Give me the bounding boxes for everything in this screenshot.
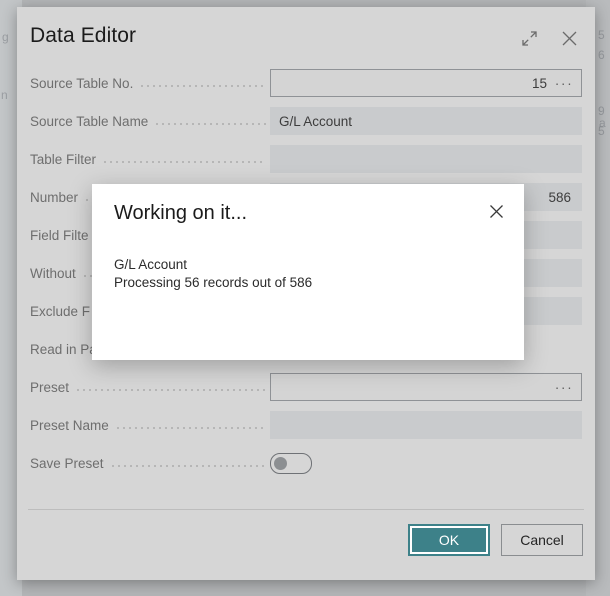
input-source-table-no[interactable]: 15 ··· bbox=[270, 69, 582, 97]
modal-close-button[interactable] bbox=[484, 202, 508, 226]
expand-icon bbox=[521, 30, 538, 47]
field-value: 586 bbox=[548, 189, 571, 205]
field-row-preset-name: Preset Name bbox=[30, 411, 582, 439]
field-row-source-table-no: Source Table No. 15 ··· bbox=[30, 69, 582, 97]
field-label: Without bbox=[30, 265, 76, 281]
dotted-leader bbox=[139, 76, 266, 90]
field-label: Source Table Name bbox=[30, 113, 149, 129]
field-label: Exclude F bbox=[30, 303, 91, 319]
cancel-button[interactable]: Cancel bbox=[501, 524, 583, 556]
background-fragment: g bbox=[2, 30, 9, 44]
close-icon bbox=[560, 29, 579, 48]
field-row-save-preset: Save Preset bbox=[30, 449, 582, 477]
dotted-leader bbox=[109, 456, 266, 470]
footer-buttons: OK Cancel bbox=[408, 524, 583, 556]
header-actions bbox=[515, 24, 583, 52]
expand-button[interactable] bbox=[515, 24, 543, 52]
dialog-header: Data Editor bbox=[17, 7, 595, 69]
page-title: Data Editor bbox=[30, 24, 137, 47]
toggle-save-preset[interactable] bbox=[270, 449, 582, 477]
dotted-leader bbox=[75, 380, 266, 394]
background-fragment: 5 bbox=[598, 28, 605, 42]
field-row-preset: Preset ··· bbox=[30, 373, 582, 401]
ok-button[interactable]: OK bbox=[408, 524, 490, 556]
field-row-source-table-name: Source Table Name G/L Account bbox=[30, 107, 582, 135]
input-source-table-name[interactable]: G/L Account bbox=[270, 107, 582, 135]
footer-divider bbox=[28, 509, 584, 510]
background-fragment: a bbox=[599, 116, 606, 130]
dotted-leader bbox=[102, 152, 266, 166]
field-label: Save Preset bbox=[30, 455, 104, 471]
field-label: Field Filte bbox=[30, 227, 89, 243]
field-label: Preset bbox=[30, 379, 70, 395]
ellipsis-icon[interactable]: ··· bbox=[552, 70, 576, 96]
working-on-it-modal: Working on it... G/L Account Processing … bbox=[92, 184, 524, 360]
dotted-leader bbox=[114, 418, 266, 432]
field-label: Table Filter bbox=[30, 151, 97, 167]
background-fragment: n bbox=[1, 88, 8, 102]
field-value: G/L Account bbox=[279, 113, 353, 129]
field-value: 15 bbox=[531, 75, 547, 91]
input-preset[interactable]: ··· bbox=[270, 373, 582, 401]
toggle-switch[interactable] bbox=[270, 453, 312, 474]
ellipsis-icon[interactable]: ··· bbox=[552, 374, 576, 400]
input-preset-name[interactable] bbox=[270, 411, 582, 439]
close-icon bbox=[488, 203, 505, 225]
close-button[interactable] bbox=[555, 24, 583, 52]
field-label: Number bbox=[30, 189, 79, 205]
input-table-filter[interactable] bbox=[270, 145, 582, 173]
modal-title: Working on it... bbox=[114, 202, 248, 224]
field-label: Preset Name bbox=[30, 417, 109, 433]
dialog-footer: OK Cancel bbox=[17, 496, 595, 580]
field-row-table-filter: Table Filter bbox=[30, 145, 582, 173]
modal-entity-line: G/L Account bbox=[114, 257, 188, 272]
dotted-leader bbox=[154, 114, 266, 128]
modal-body: G/L Account Processing 56 records out of… bbox=[114, 256, 312, 292]
background-fragment: 6 bbox=[598, 48, 605, 62]
toggle-knob bbox=[274, 457, 287, 470]
modal-progress-line: Processing 56 records out of 586 bbox=[114, 275, 313, 290]
field-label: Source Table No. bbox=[30, 75, 134, 91]
